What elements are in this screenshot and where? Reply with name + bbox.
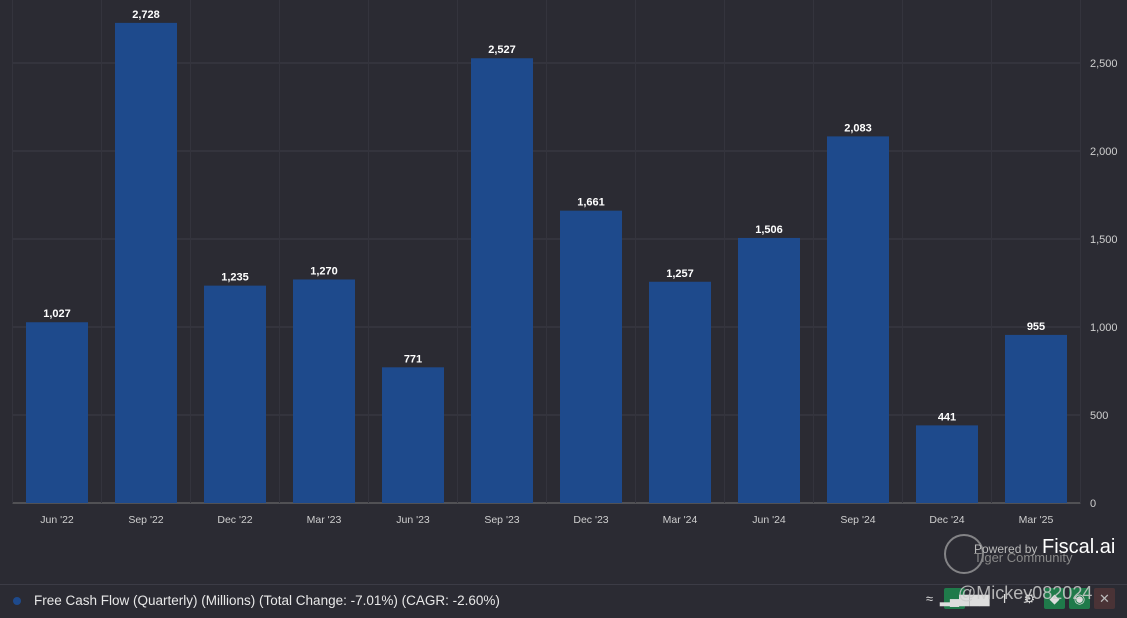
- legend-swatch: [13, 597, 21, 605]
- y-tick-label: 2,500: [1090, 58, 1118, 70]
- data-label: 1,257: [666, 268, 694, 280]
- bar: [560, 210, 622, 503]
- data-label: 771: [404, 353, 422, 365]
- y-tick-label: 1,500: [1090, 234, 1118, 246]
- bar: [649, 281, 711, 503]
- data-label: 2,728: [132, 9, 160, 21]
- legend-label[interactable]: Free Cash Flow (Quarterly) (Millions) (T…: [34, 593, 500, 608]
- data-label: 2,083: [844, 122, 872, 134]
- bar: [471, 58, 533, 504]
- bar-chart: 0 500 1,000 1,500 2,000 2,500 1,027 Jun '22 2,72…: [12, 0, 1118, 526]
- y-tick-label: 2,000: [1090, 146, 1118, 158]
- bar: [738, 237, 800, 503]
- data-label: 1,235: [221, 272, 249, 284]
- bar: [916, 425, 978, 503]
- brand-logo: Fiscal.ai: [1042, 536, 1116, 558]
- x-tick-label: Dec '23: [573, 514, 608, 526]
- data-label: 1,027: [43, 308, 71, 320]
- user-watermark: @Mickey082024: [958, 583, 1093, 603]
- x-tick-label: Sep '24: [840, 514, 875, 526]
- data-label: 955: [1027, 321, 1045, 333]
- data-label: 1,270: [310, 265, 338, 277]
- x-tick-label: Jun '24: [752, 514, 786, 526]
- data-label: 1,506: [755, 224, 783, 236]
- close-icon[interactable]: ✕: [1094, 588, 1115, 609]
- x-tick-label: Mar '23: [307, 514, 342, 526]
- x-tick-label: Dec '24: [929, 514, 964, 526]
- y-tick-label: 500: [1090, 410, 1108, 422]
- x-tick-label: Sep '23: [484, 514, 519, 526]
- data-label: 2,527: [488, 44, 516, 56]
- x-tick-label: Sep '22: [128, 514, 163, 526]
- data-label: 1,661: [577, 197, 605, 209]
- bar: [1005, 334, 1067, 503]
- y-tick-label: 0: [1090, 498, 1096, 510]
- line-chart-icon[interactable]: ≈: [919, 588, 940, 609]
- x-tick-label: Mar '25: [1019, 514, 1054, 526]
- branding: Powered by Tiger Community Fiscal.ai: [944, 534, 1124, 574]
- x-tick-label: Mar '24: [663, 514, 698, 526]
- x-tick-label: Jun '23: [396, 514, 430, 526]
- bar: [827, 136, 889, 503]
- bar: [293, 279, 355, 503]
- data-label: 441: [938, 411, 956, 423]
- x-tick-label: Jun '22: [40, 514, 74, 526]
- bar: [382, 367, 444, 503]
- bar: [115, 22, 177, 503]
- bar: [26, 322, 88, 503]
- y-tick-label: 1,000: [1090, 322, 1118, 334]
- x-tick-label: Dec '22: [217, 514, 252, 526]
- bar: [204, 285, 266, 503]
